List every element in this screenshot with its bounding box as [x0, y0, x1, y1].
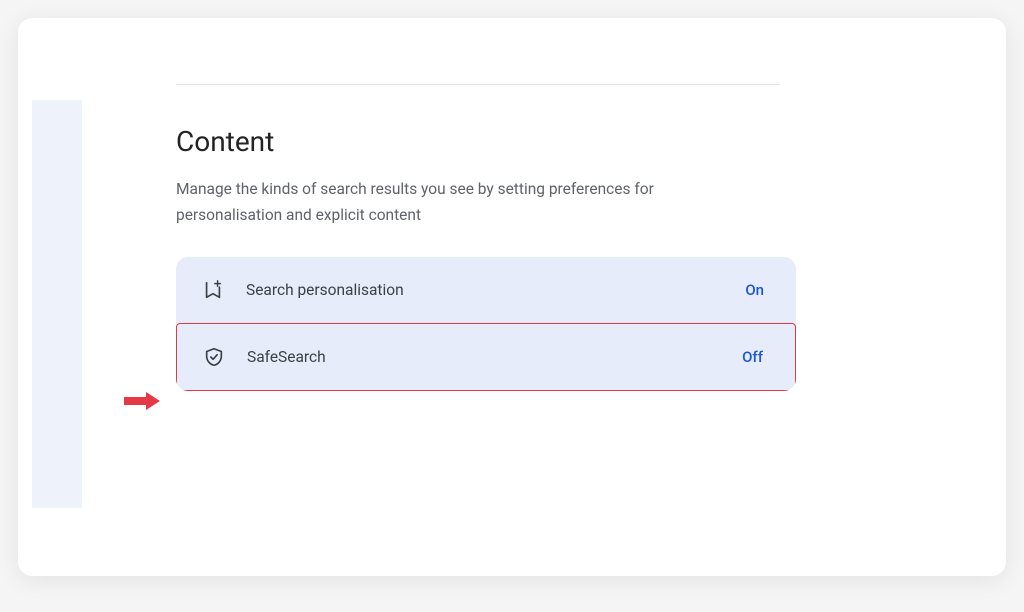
highlight-arrow-icon: [124, 392, 164, 410]
setting-value: On: [745, 281, 764, 299]
left-nav-strip: [32, 100, 82, 508]
setting-safesearch[interactable]: SafeSearch Off: [176, 323, 796, 391]
content-section: Content Manage the kinds of search resul…: [176, 84, 802, 391]
section-title: Content: [176, 125, 802, 158]
section-divider: [176, 84, 780, 85]
settings-page-card: Content Manage the kinds of search resul…: [18, 18, 1006, 576]
setting-label: SafeSearch: [247, 348, 742, 366]
setting-label: Search personalisation: [246, 281, 745, 299]
setting-search-personalisation[interactable]: Search personalisation On: [176, 257, 796, 323]
shield-icon: [203, 346, 225, 368]
sparkle-page-icon: [202, 279, 224, 301]
settings-panel: Search personalisation On SafeSearch Off: [176, 257, 796, 391]
setting-value: Off: [742, 348, 763, 366]
section-description: Manage the kinds of search results you s…: [176, 176, 716, 229]
